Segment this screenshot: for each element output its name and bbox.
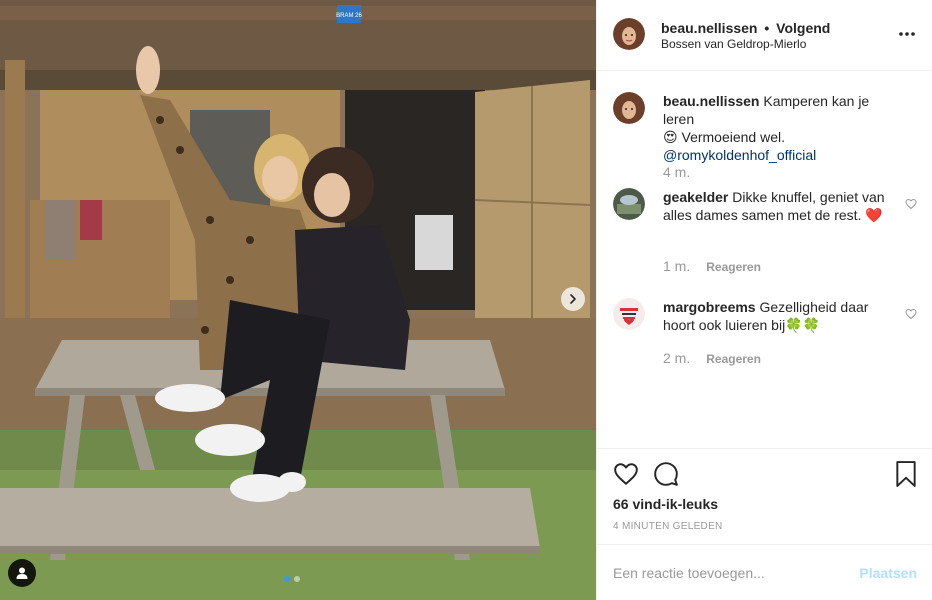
carousel-dot xyxy=(294,576,300,582)
comment-time[interactable]: 1 m. xyxy=(663,258,690,274)
emoji: 😍 xyxy=(663,129,678,145)
reply-button[interactable]: Reageren xyxy=(706,352,761,366)
chevron-right-icon xyxy=(570,294,576,304)
emoji: 🍀🍀 xyxy=(785,317,821,333)
post-header: beau.nellissen • Volgend Bossen van Geld… xyxy=(597,0,932,71)
comment-username[interactable]: geakelder xyxy=(663,189,728,205)
comment-username[interactable]: margobreems xyxy=(663,299,756,315)
comments-list: beau.nellissen Kamperen kan je leren 😍 V… xyxy=(597,72,932,448)
camping-photo: BRAM 26 xyxy=(0,0,596,600)
comment-text: beau.nellissen Kamperen kan je leren 😍 V… xyxy=(663,92,901,164)
reply-button[interactable]: Reageren xyxy=(706,260,761,274)
tagged-users-button[interactable] xyxy=(8,559,36,587)
caption-comment: beau.nellissen Kamperen kan je leren 😍 V… xyxy=(613,92,917,182)
comment-icon[interactable] xyxy=(653,461,679,487)
separator-dot: • xyxy=(764,20,770,36)
comment-username[interactable]: beau.nellissen xyxy=(663,93,759,109)
carousel-dot-active xyxy=(284,576,290,582)
more-options-icon[interactable] xyxy=(897,24,917,44)
like-comment-heart-icon[interactable] xyxy=(905,198,917,210)
follow-status-button[interactable]: Volgend xyxy=(776,20,830,36)
likes-count[interactable]: 66 vind-ik-leuks xyxy=(613,496,718,512)
comment-text-part: Vermoeiend wel. xyxy=(677,129,786,145)
emoji: ❤️ xyxy=(865,207,883,223)
mention-link[interactable]: @romykoldenhof_official xyxy=(663,147,816,163)
author-avatar[interactable] xyxy=(613,18,645,50)
tent-sign: BRAM 26 xyxy=(336,13,362,19)
comment-time[interactable]: 4 m. xyxy=(663,164,690,180)
comment-avatar[interactable] xyxy=(613,188,645,220)
comment-text: geakelder Dikke knuffel, geniet van alle… xyxy=(663,188,901,224)
heart-icon[interactable] xyxy=(613,461,639,487)
comment-meta: 1 m. Reageren xyxy=(663,258,761,274)
author-username[interactable]: beau.nellissen xyxy=(661,20,757,36)
next-image-button[interactable] xyxy=(561,287,585,311)
post-location[interactable]: Bossen van Geldrop-Mierlo xyxy=(661,37,806,51)
post-time: 4 MINUTEN GELEDEN xyxy=(613,521,723,532)
comment-input[interactable] xyxy=(613,559,843,587)
comment-meta: 2 m. Reageren xyxy=(663,350,761,366)
comment-item: geakelder Dikke knuffel, geniet van alle… xyxy=(613,188,917,278)
post-comment-button[interactable]: Plaatsen xyxy=(859,565,917,581)
user-icon xyxy=(16,567,28,579)
post-actions: 66 vind-ik-leuks 4 MINUTEN GELEDEN xyxy=(597,448,932,544)
comment-time[interactable]: 2 m. xyxy=(663,350,690,366)
post-sidebar: beau.nellissen • Volgend Bossen van Geld… xyxy=(596,0,932,600)
carousel-indicator xyxy=(284,576,300,582)
comment-text: margobreems Gezelligheid daar hoort ook … xyxy=(663,298,901,334)
post-author-row: beau.nellissen • Volgend xyxy=(661,20,830,36)
like-comment-heart-icon[interactable] xyxy=(905,308,917,320)
comment-avatar[interactable] xyxy=(613,92,645,124)
comment-meta: 4 m. xyxy=(663,164,690,180)
comment-avatar[interactable] xyxy=(613,298,645,330)
bookmark-icon[interactable] xyxy=(895,461,917,487)
comment-item: margobreems Gezelligheid daar hoort ook … xyxy=(613,298,917,378)
add-comment-bar: Plaatsen xyxy=(597,544,932,600)
post-photo[interactable]: BRAM 26 xyxy=(0,0,596,600)
